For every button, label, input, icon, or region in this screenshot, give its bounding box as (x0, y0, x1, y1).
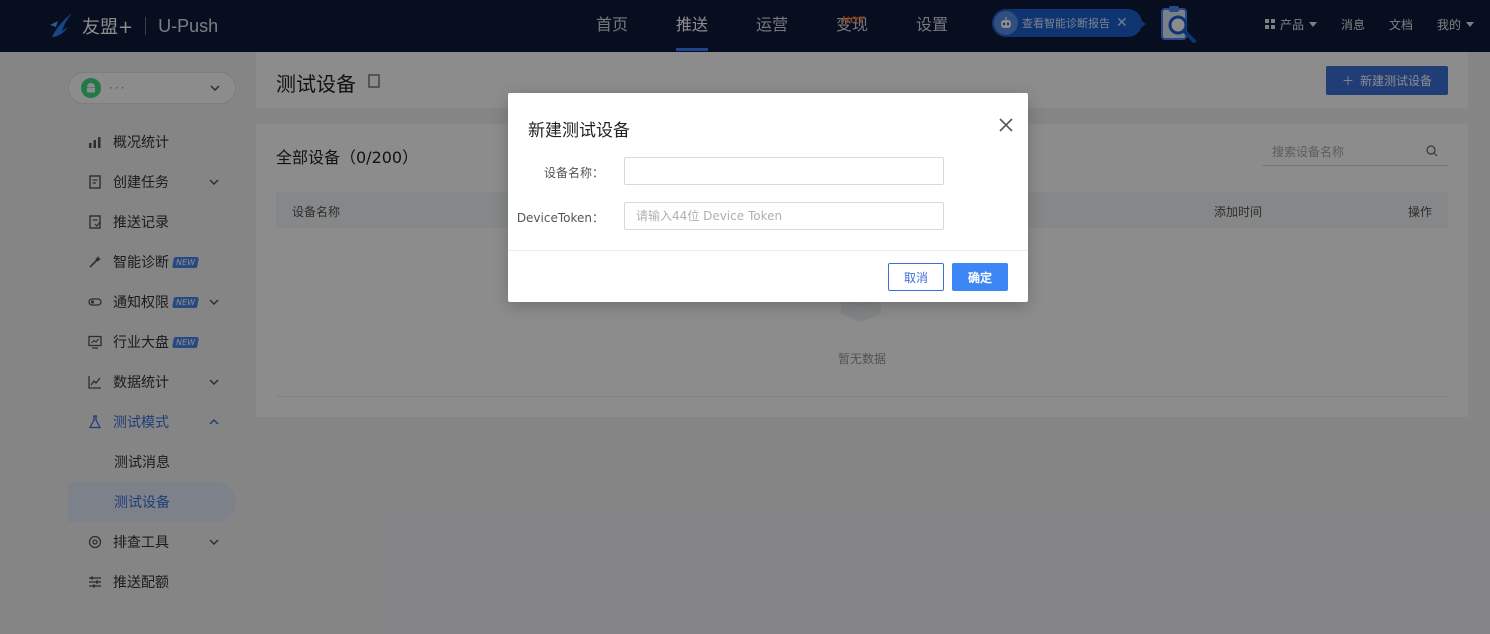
device-token-row: DeviceToken： (508, 202, 1028, 230)
new-test-device-dialog: 新建测试设备 设备名称： DeviceToken： 取消 确定 (508, 93, 1028, 302)
device-token-label: DeviceToken： (516, 211, 604, 225)
dialog-footer: 取消 确定 (508, 250, 1028, 302)
cancel-button[interactable]: 取消 (888, 263, 944, 291)
confirm-button[interactable]: 确定 (952, 263, 1008, 291)
device-name-label: 设备名称： (543, 166, 604, 180)
device-name-row: 设备名称： (508, 157, 1028, 185)
device-name-field[interactable] (624, 157, 944, 185)
close-icon[interactable] (998, 117, 1014, 133)
device-token-field[interactable] (624, 202, 944, 230)
dialog-title: 新建测试设备 (528, 121, 630, 141)
